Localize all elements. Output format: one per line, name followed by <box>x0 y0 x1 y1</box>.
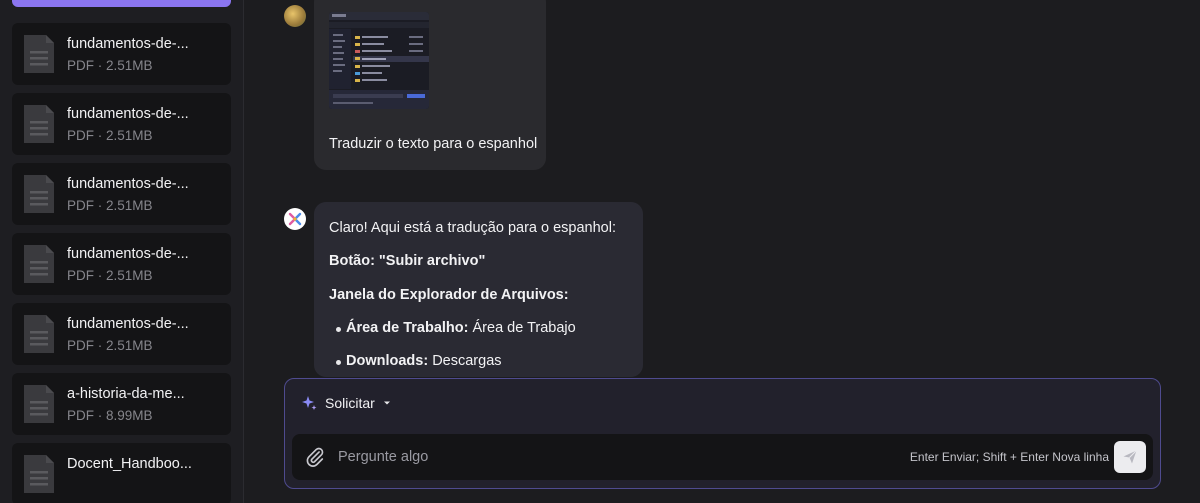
assistant-intro-text: Claro! Aqui está a tradução para o espan… <box>329 220 616 236</box>
list-bullet <box>336 360 341 365</box>
list-item: Área de Trabalho: Área de Trabajo <box>346 320 576 336</box>
message-composer: Solicitar Enter Enviar; Shift + Enter No… <box>284 378 1161 489</box>
file-name: fundamentos-de-... <box>67 106 189 122</box>
file-name: fundamentos-de-... <box>67 246 189 262</box>
file-card[interactable]: fundamentos-de-... PDF · 2.51MB <box>12 233 231 295</box>
mode-label: Solicitar <box>325 395 375 411</box>
document-icon <box>24 385 54 423</box>
caret-down-icon <box>383 401 390 405</box>
document-icon <box>24 245 54 283</box>
attached-screenshot-thumbnail[interactable] <box>329 12 429 109</box>
paperclip-icon[interactable] <box>304 446 326 468</box>
sparkle-icon <box>302 396 317 410</box>
list-item-label: Área de Trabalho: <box>346 320 469 336</box>
user-avatar <box>284 5 306 27</box>
file-name: a-historia-da-me... <box>67 386 185 402</box>
assistant-avatar <box>284 208 306 230</box>
list-item-value: Descargas <box>428 353 502 369</box>
input-row: Enter Enviar; Shift + Enter Nova linha <box>292 434 1153 480</box>
document-icon <box>24 105 54 143</box>
document-icon <box>24 455 54 493</box>
list-item: Downloads: Descargas <box>346 353 502 369</box>
assistant-logo-icon <box>288 212 302 226</box>
file-meta: PDF · 2.51MB <box>67 268 153 283</box>
file-meta: PDF · 8.99MB <box>67 408 153 423</box>
assistant-message-bubble: Claro! Aqui está a tradução para o espan… <box>314 202 643 377</box>
document-icon <box>24 35 54 73</box>
file-name: fundamentos-de-... <box>67 316 189 332</box>
screenshot-preview-image <box>329 12 429 109</box>
list-item-value: Área de Trabajo <box>468 320 576 336</box>
file-card[interactable]: Docent_Handboo... <box>12 443 231 503</box>
list-bullet <box>336 327 341 332</box>
keyboard-hint: Enter Enviar; Shift + Enter Nova linha <box>909 450 1109 464</box>
prompt-input[interactable] <box>338 442 878 472</box>
send-button[interactable] <box>1114 441 1146 473</box>
assistant-button-line: Botão: "Subir archivo" <box>329 253 486 269</box>
sidebar: fundamentos-de-... PDF · 2.51MB fundamen… <box>0 0 244 503</box>
file-card[interactable]: fundamentos-de-... PDF · 2.51MB <box>12 163 231 225</box>
file-card[interactable]: fundamentos-de-... PDF · 2.51MB <box>12 23 231 85</box>
file-meta: PDF · 2.51MB <box>67 128 153 143</box>
document-icon <box>24 175 54 213</box>
upload-button[interactable] <box>12 0 231 7</box>
list-item-label: Downloads: <box>346 353 429 369</box>
file-meta: PDF · 2.51MB <box>67 198 153 213</box>
file-meta: PDF · 2.51MB <box>67 338 153 353</box>
user-message-text: Traduzir o texto para o espanhol <box>329 136 538 152</box>
file-card[interactable]: a-historia-da-me... PDF · 8.99MB <box>12 373 231 435</box>
file-meta: PDF · 2.51MB <box>67 58 153 73</box>
file-card[interactable]: fundamentos-de-... PDF · 2.51MB <box>12 93 231 155</box>
file-name: fundamentos-de-... <box>67 36 189 52</box>
file-name: fundamentos-de-... <box>67 176 189 192</box>
assistant-window-heading: Janela do Explorador de Arquivos: <box>329 287 569 303</box>
user-message-bubble: Traduzir o texto para o espanhol <box>314 0 546 170</box>
file-name: Docent_Handboo... <box>67 456 192 472</box>
send-icon <box>1123 450 1137 464</box>
document-icon <box>24 315 54 353</box>
file-card[interactable]: fundamentos-de-... PDF · 2.51MB <box>12 303 231 365</box>
mode-selector-dropdown[interactable]: Solicitar <box>301 393 391 413</box>
